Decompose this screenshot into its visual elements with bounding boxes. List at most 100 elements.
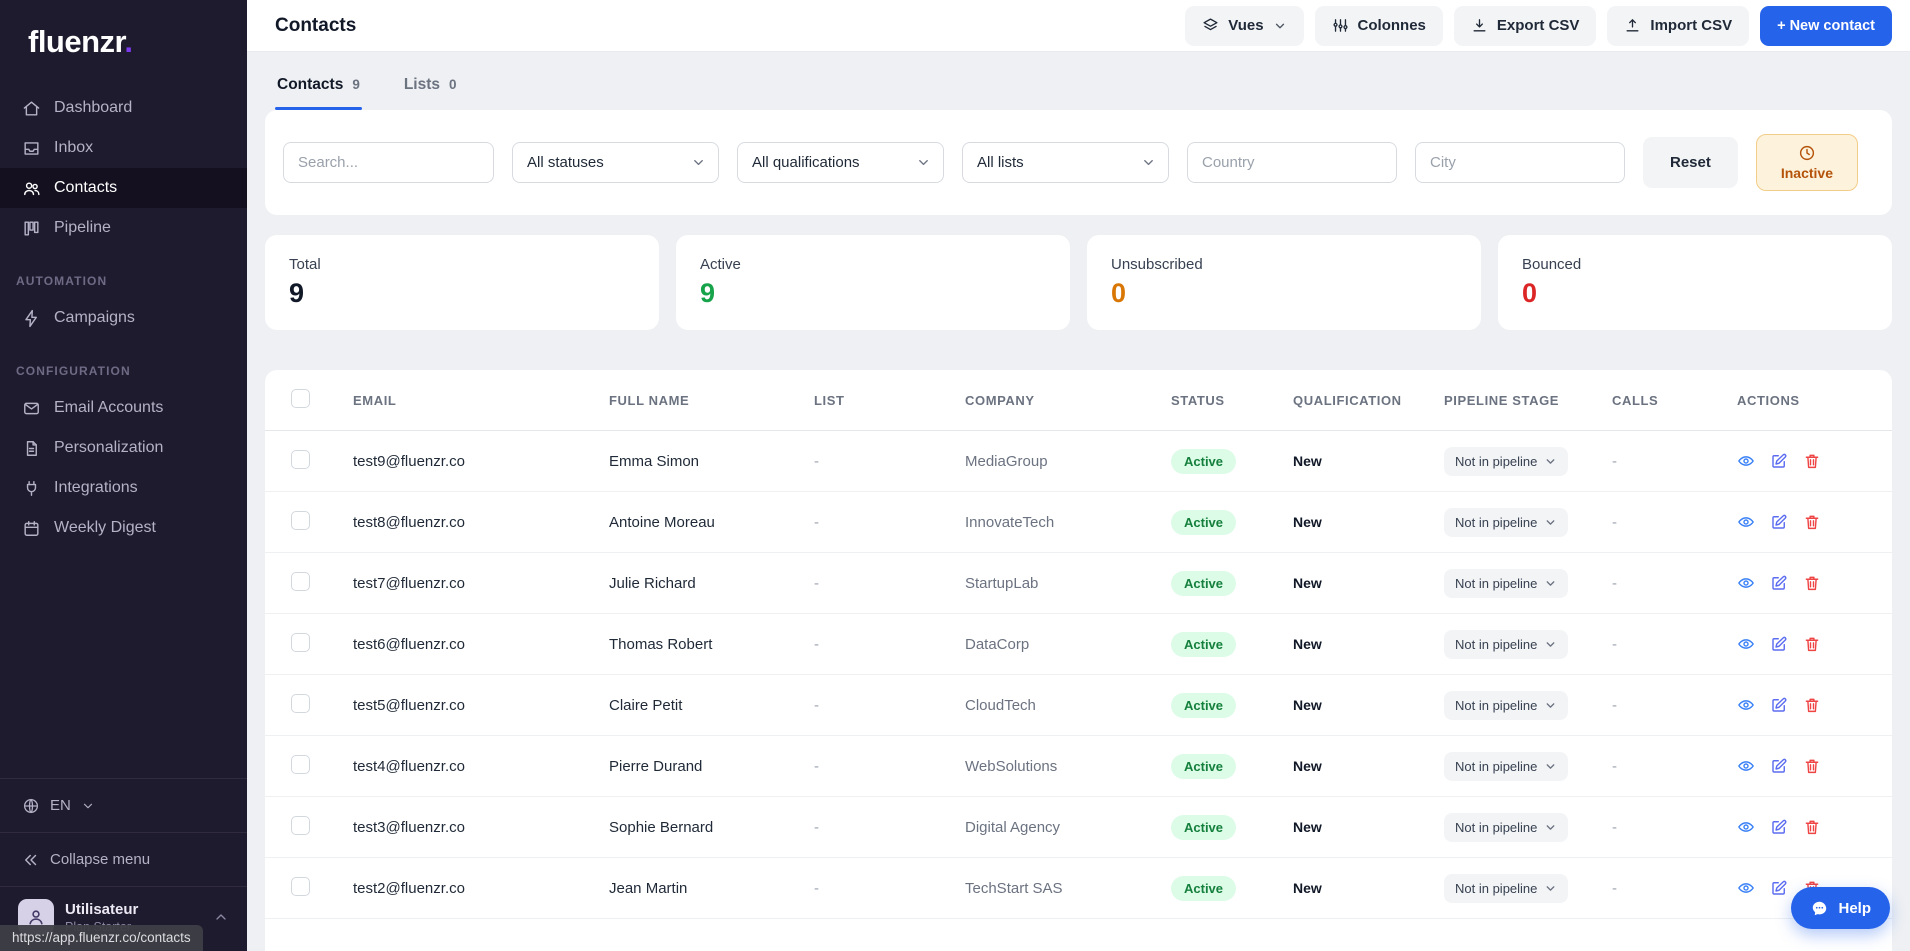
pipeline-stage-select[interactable]: Not in pipeline: [1444, 447, 1568, 476]
language-selector[interactable]: EN: [0, 778, 247, 832]
delete-contact-button[interactable]: [1803, 635, 1821, 653]
cell-company: StartupLab: [953, 553, 1159, 614]
help-button[interactable]: Help: [1791, 887, 1890, 929]
cell-calls: -: [1600, 797, 1725, 858]
tab-lists[interactable]: Lists 0: [402, 70, 459, 110]
view-contact-button[interactable]: [1737, 818, 1755, 836]
cell-pipeline-stage: Not in pipeline: [1432, 675, 1600, 736]
country-input[interactable]: [1187, 142, 1397, 183]
view-contact-button[interactable]: [1737, 635, 1755, 653]
view-contact-button[interactable]: [1737, 757, 1755, 775]
search-input[interactable]: [283, 142, 494, 183]
edit-contact-button[interactable]: [1770, 818, 1788, 836]
sidebar-item-inbox[interactable]: Inbox: [0, 128, 247, 168]
edit-contact-button[interactable]: [1770, 513, 1788, 531]
view-contact-button[interactable]: [1737, 696, 1755, 714]
cell-list: -: [802, 736, 953, 797]
delete-contact-button[interactable]: [1803, 757, 1821, 775]
sidebar-item-contacts[interactable]: Contacts: [0, 168, 247, 208]
sidebar-section-configuration: CONFIGURATION: [0, 338, 247, 388]
table-row[interactable]: test2@fluenzr.co Jean Martin - TechStart…: [265, 858, 1892, 919]
pipeline-stage-select[interactable]: Not in pipeline: [1444, 569, 1568, 598]
sidebar-item-email-accounts[interactable]: Email Accounts: [0, 388, 247, 428]
delete-contact-button[interactable]: [1803, 574, 1821, 592]
edit-contact-button[interactable]: [1770, 452, 1788, 470]
edit-contact-button[interactable]: [1770, 879, 1788, 897]
import-csv-button[interactable]: Import CSV: [1607, 6, 1749, 46]
row-checkbox[interactable]: [291, 755, 310, 774]
cell-status: Active: [1159, 675, 1281, 736]
delete-contact-button[interactable]: [1803, 696, 1821, 714]
delete-contact-button[interactable]: [1803, 452, 1821, 470]
table-row[interactable]: test6@fluenzr.co Thomas Robert - DataCor…: [265, 614, 1892, 675]
tab-contacts[interactable]: Contacts 9: [275, 70, 362, 110]
view-contact-button[interactable]: [1737, 879, 1755, 897]
cell-company: WebSolutions: [953, 736, 1159, 797]
sidebar-item-integrations[interactable]: Integrations: [0, 468, 247, 508]
columns-button[interactable]: Colonnes: [1315, 6, 1443, 46]
sidebar-item-label: Contacts: [54, 179, 117, 197]
edit-contact-button[interactable]: [1770, 757, 1788, 775]
views-button[interactable]: Vues: [1185, 6, 1303, 46]
sidebar-item-dashboard[interactable]: Dashboard: [0, 88, 247, 128]
row-checkbox[interactable]: [291, 511, 310, 530]
delete-contact-button[interactable]: [1803, 818, 1821, 836]
table-row[interactable]: test9@fluenzr.co Emma Simon - MediaGroup…: [265, 431, 1892, 492]
view-contact-button[interactable]: [1737, 452, 1755, 470]
view-contact-button[interactable]: [1737, 513, 1755, 531]
select-all-checkbox[interactable]: [291, 389, 310, 408]
cell-calls: -: [1600, 614, 1725, 675]
list-filter-select[interactable]: All lists: [962, 142, 1169, 183]
language-label: EN: [50, 797, 71, 814]
sidebar-item-weekly-digest[interactable]: Weekly Digest: [0, 508, 247, 548]
sidebar-item-pipeline[interactable]: Pipeline: [0, 208, 247, 248]
status-filter-select[interactable]: All statuses: [512, 142, 719, 183]
chevron-down-icon: [1544, 821, 1557, 834]
table-row[interactable]: test4@fluenzr.co Pierre Durand - WebSolu…: [265, 736, 1892, 797]
pipeline-stage-select[interactable]: Not in pipeline: [1444, 874, 1568, 903]
cell-full-name: Antoine Moreau: [597, 492, 802, 553]
table-row[interactable]: test8@fluenzr.co Antoine Moreau - Innova…: [265, 492, 1892, 553]
app-logo[interactable]: fluenzr.: [0, 0, 247, 88]
contacts-table: EMAIL FULL NAME LIST COMPANY STATUS QUAL…: [265, 370, 1892, 951]
new-contact-button[interactable]: + New contact: [1760, 6, 1892, 46]
pipeline-stage-select[interactable]: Not in pipeline: [1444, 691, 1568, 720]
sidebar-item-label: Integrations: [54, 479, 138, 497]
row-checkbox[interactable]: [291, 450, 310, 469]
column-header-qualification: QUALIFICATION: [1281, 370, 1432, 431]
qualification-filter-select[interactable]: All qualifications: [737, 142, 944, 183]
row-checkbox[interactable]: [291, 816, 310, 835]
reset-filters-button[interactable]: Reset: [1643, 137, 1738, 188]
cell-status: Active: [1159, 553, 1281, 614]
cell-pipeline-stage: Not in pipeline: [1432, 553, 1600, 614]
chevron-up-icon: [213, 909, 229, 925]
edit-contact-button[interactable]: [1770, 574, 1788, 592]
row-checkbox[interactable]: [291, 694, 310, 713]
pipeline-stage-select[interactable]: Not in pipeline: [1444, 630, 1568, 659]
edit-contact-button[interactable]: [1770, 696, 1788, 714]
cell-list: -: [802, 797, 953, 858]
row-checkbox[interactable]: [291, 633, 310, 652]
table-header-row: EMAIL FULL NAME LIST COMPANY STATUS QUAL…: [265, 370, 1892, 431]
pipeline-stage-select[interactable]: Not in pipeline: [1444, 752, 1568, 781]
view-contact-button[interactable]: [1737, 574, 1755, 592]
edit-contact-button[interactable]: [1770, 635, 1788, 653]
delete-contact-button[interactable]: [1803, 513, 1821, 531]
sidebar-item-personalization[interactable]: Personalization: [0, 428, 247, 468]
table-row[interactable]: test3@fluenzr.co Sophie Bernard - Digita…: [265, 797, 1892, 858]
tab-count: 9: [352, 77, 360, 92]
cell-calls: -: [1600, 492, 1725, 553]
kanban-icon: [22, 219, 41, 238]
pipeline-stage-select[interactable]: Not in pipeline: [1444, 813, 1568, 842]
pipeline-stage-select[interactable]: Not in pipeline: [1444, 508, 1568, 537]
table-row[interactable]: test7@fluenzr.co Julie Richard - Startup…: [265, 553, 1892, 614]
row-checkbox[interactable]: [291, 572, 310, 591]
sidebar-item-campaigns[interactable]: Campaigns: [0, 298, 247, 338]
inactive-toggle-button[interactable]: Inactive: [1756, 134, 1858, 191]
table-row[interactable]: test5@fluenzr.co Claire Petit - CloudTec…: [265, 675, 1892, 736]
row-checkbox[interactable]: [291, 877, 310, 896]
export-csv-button[interactable]: Export CSV: [1454, 6, 1597, 46]
collapse-menu-button[interactable]: Collapse menu: [0, 832, 247, 886]
city-input[interactable]: [1415, 142, 1625, 183]
cell-email: test2@fluenzr.co: [341, 858, 597, 919]
